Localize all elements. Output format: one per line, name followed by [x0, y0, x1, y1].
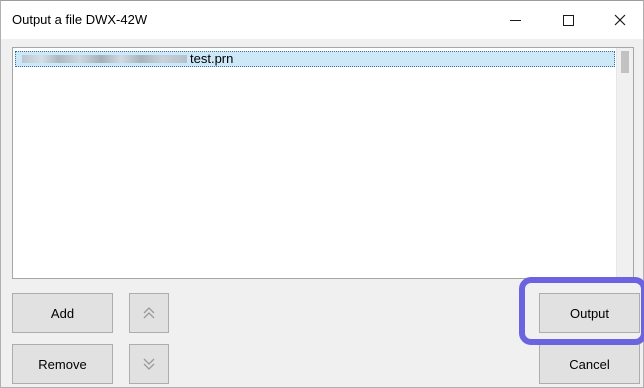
list-item[interactable]: test.prn — [15, 51, 615, 67]
maximize-button[interactable] — [545, 1, 591, 39]
vertical-scrollbar[interactable] — [616, 48, 633, 278]
title-bar[interactable]: Output a file DWX-42W — [1, 1, 643, 39]
maximize-icon — [562, 14, 574, 26]
move-down-button[interactable] — [129, 344, 169, 384]
close-icon — [614, 14, 626, 26]
add-button[interactable]: Add — [12, 293, 113, 333]
double-chevron-up-icon — [143, 307, 155, 319]
cancel-button[interactable]: Cancel — [539, 344, 640, 384]
scrollbar-thumb[interactable] — [621, 51, 629, 73]
output-file-dialog: Output a file DWX-42W test.prn Add Remov… — [0, 0, 644, 388]
minimize-button[interactable] — [492, 1, 538, 39]
output-button[interactable]: Output — [539, 293, 640, 333]
file-listbox[interactable]: test.prn — [12, 47, 634, 279]
double-chevron-down-icon — [143, 358, 155, 370]
redacted-path — [22, 55, 187, 63]
minimize-icon — [509, 19, 521, 21]
file-name: test.prn — [190, 51, 234, 66]
remove-button[interactable]: Remove — [12, 344, 113, 384]
close-button[interactable] — [597, 1, 643, 39]
move-up-button[interactable] — [129, 293, 169, 333]
window-title: Output a file DWX-42W — [12, 12, 148, 27]
